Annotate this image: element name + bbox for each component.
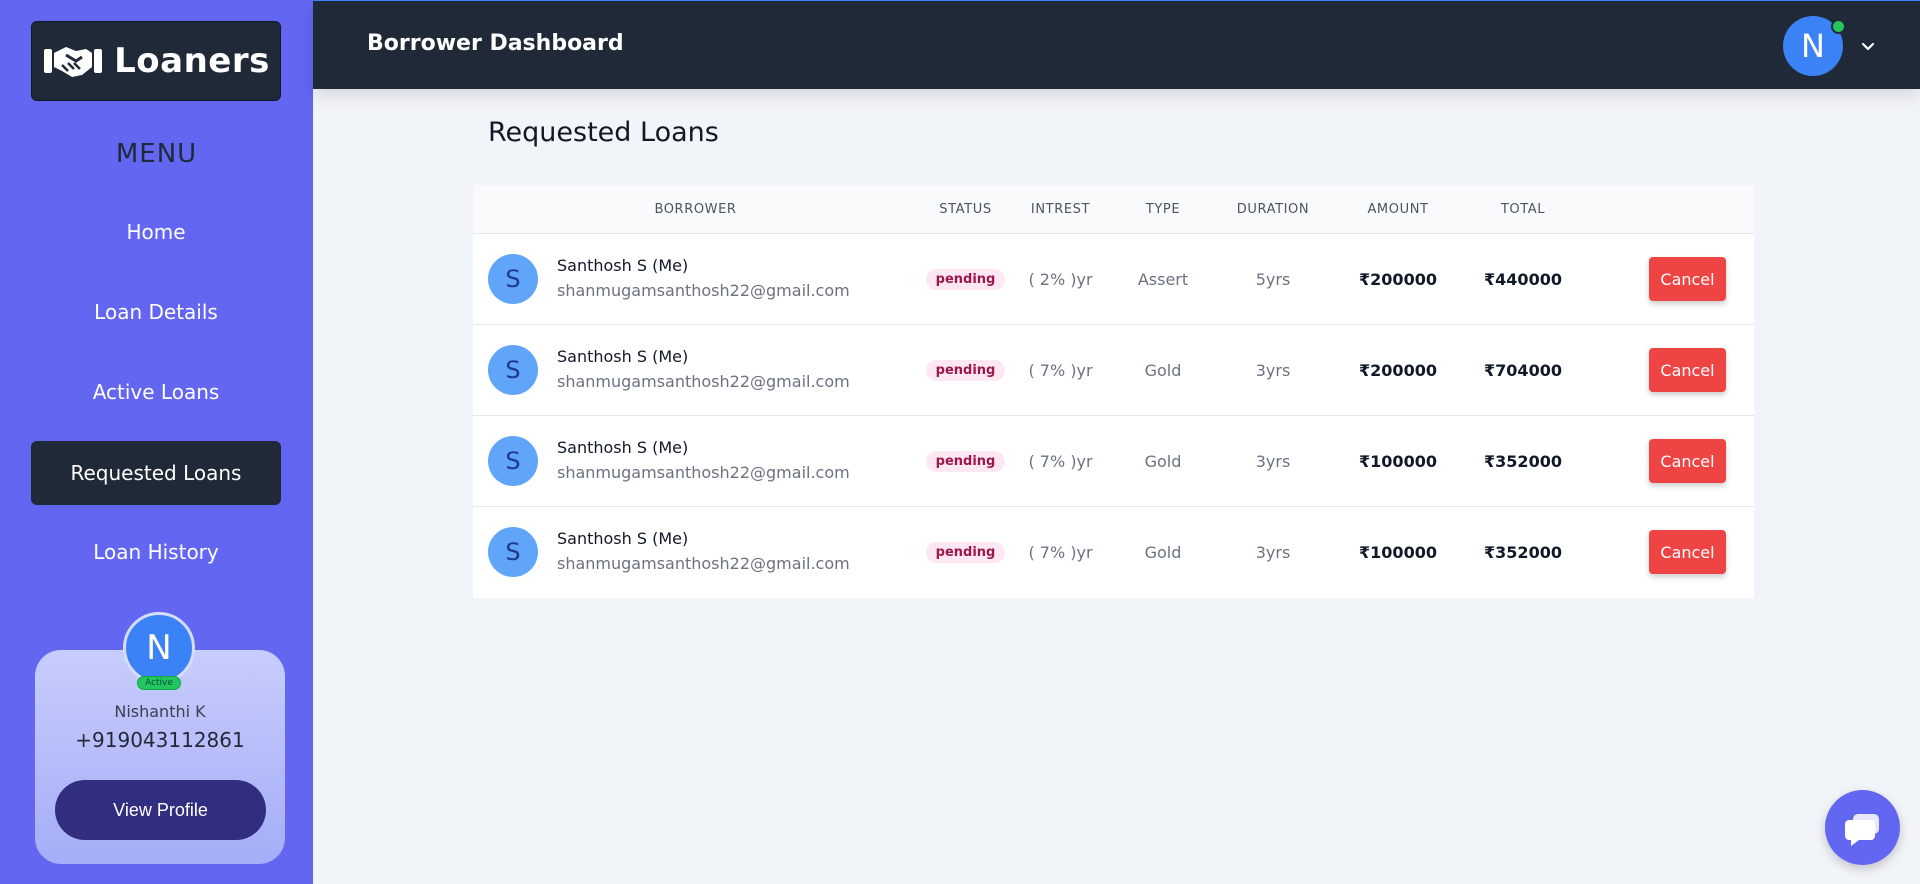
brand-logo[interactable]: Loaners: [31, 21, 281, 101]
table-row: S Santhosh S (Me) shanmugamsanthosh22@gm…: [473, 325, 1754, 416]
status-cell: pending: [918, 325, 1013, 416]
borrower-name: Santhosh S (Me): [557, 438, 689, 457]
borrower-email: shanmugamsanthosh22@gmail.com: [557, 281, 850, 300]
cancel-button[interactable]: Cancel: [1649, 257, 1726, 301]
borrower-email: shanmugamsanthosh22@gmail.com: [557, 463, 850, 482]
status-badge: pending: [925, 269, 1006, 290]
chat-button[interactable]: [1825, 790, 1900, 865]
borrower-avatar: S: [488, 254, 538, 304]
page-header-title: Borrower Dashboard: [367, 31, 624, 56]
status-cell: pending: [918, 416, 1013, 507]
duration-cell: 5yrs: [1255, 270, 1291, 289]
table-header: BORROWER STATUS INTREST TYPE DURATION AM…: [473, 185, 1754, 234]
status-badge: Active: [137, 676, 181, 690]
col-duration: DURATION: [1236, 202, 1310, 217]
sidebar-item-loan-history[interactable]: Loan History: [31, 520, 281, 584]
amount-cell: ₹200000: [1359, 361, 1437, 380]
page-title: Requested Loans: [488, 117, 719, 148]
sidebar: Loaners MENU Home Loan Details Active Lo…: [0, 0, 313, 884]
status-cell: pending: [918, 234, 1013, 325]
profile-avatar: N: [123, 612, 195, 684]
online-indicator: [1831, 19, 1846, 34]
interest-cell: ( 7% )yr: [1028, 543, 1093, 562]
brand-name: Loaners: [114, 41, 270, 81]
status-badge: pending: [925, 451, 1006, 472]
status-badge: pending: [925, 360, 1006, 381]
table-row: S Santhosh S (Me) shanmugamsanthosh22@gm…: [473, 234, 1754, 325]
duration-cell: 3yrs: [1255, 543, 1291, 562]
sidebar-item-requested-loans[interactable]: Requested Loans: [31, 441, 281, 505]
sidebar-item-loan-details[interactable]: Loan Details: [31, 280, 281, 344]
chat-icon: [1844, 813, 1879, 846]
col-borrower: BORROWER: [654, 202, 737, 217]
menu-title: MENU: [115, 139, 198, 169]
col-status: STATUS: [939, 202, 992, 217]
cancel-button[interactable]: Cancel: [1649, 439, 1726, 483]
type-cell: Gold: [1144, 543, 1182, 562]
cancel-button[interactable]: Cancel: [1649, 348, 1726, 392]
profile-name: Nishanthi K: [114, 702, 206, 721]
borrower-avatar: S: [488, 345, 538, 395]
type-cell: Gold: [1144, 452, 1182, 471]
profile-phone: +919043112861: [75, 728, 245, 752]
col-interest: INTREST: [1030, 202, 1091, 217]
amount-cell: ₹200000: [1359, 270, 1437, 289]
chevron-down-icon[interactable]: [1860, 39, 1876, 55]
total-cell: ₹440000: [1484, 270, 1562, 289]
interest-cell: ( 7% )yr: [1028, 361, 1093, 380]
interest-cell: ( 2% )yr: [1028, 270, 1093, 289]
duration-cell: 3yrs: [1255, 452, 1291, 471]
col-type: TYPE: [1145, 202, 1181, 217]
cancel-button[interactable]: Cancel: [1649, 530, 1726, 574]
duration-cell: 3yrs: [1255, 361, 1291, 380]
total-cell: ₹352000: [1484, 543, 1562, 562]
borrower-email: shanmugamsanthosh22@gmail.com: [557, 372, 850, 391]
table-row: S Santhosh S (Me) shanmugamsanthosh22@gm…: [473, 416, 1754, 507]
borrower-avatar: S: [488, 527, 538, 577]
interest-cell: ( 7% )yr: [1028, 452, 1093, 471]
borrower-name: Santhosh S (Me): [557, 256, 689, 275]
top-header: Borrower Dashboard N: [313, 0, 1920, 89]
total-cell: ₹704000: [1484, 361, 1562, 380]
status-badge: pending: [925, 542, 1006, 563]
sidebar-item-active-loans[interactable]: Active Loans: [31, 360, 281, 424]
amount-cell: ₹100000: [1359, 452, 1437, 471]
status-cell: pending: [918, 507, 1013, 598]
col-amount: AMOUNT: [1367, 202, 1429, 217]
borrower-name: Santhosh S (Me): [557, 529, 689, 548]
borrower-name: Santhosh S (Me): [557, 347, 689, 366]
borrower-email: shanmugamsanthosh22@gmail.com: [557, 554, 850, 573]
type-cell: Gold: [1144, 361, 1182, 380]
col-total: TOTAL: [1500, 202, 1546, 217]
amount-cell: ₹100000: [1359, 543, 1437, 562]
total-cell: ₹352000: [1484, 452, 1562, 471]
table-row: S Santhosh S (Me) shanmugamsanthosh22@gm…: [473, 507, 1754, 598]
view-profile-button[interactable]: View Profile: [55, 780, 266, 840]
type-cell: Assert: [1137, 270, 1189, 289]
sidebar-item-home[interactable]: Home: [31, 200, 281, 264]
requested-loans-table: BORROWER STATUS INTREST TYPE DURATION AM…: [473, 185, 1754, 598]
handshake-icon: [44, 47, 103, 77]
borrower-avatar: S: [488, 436, 538, 486]
